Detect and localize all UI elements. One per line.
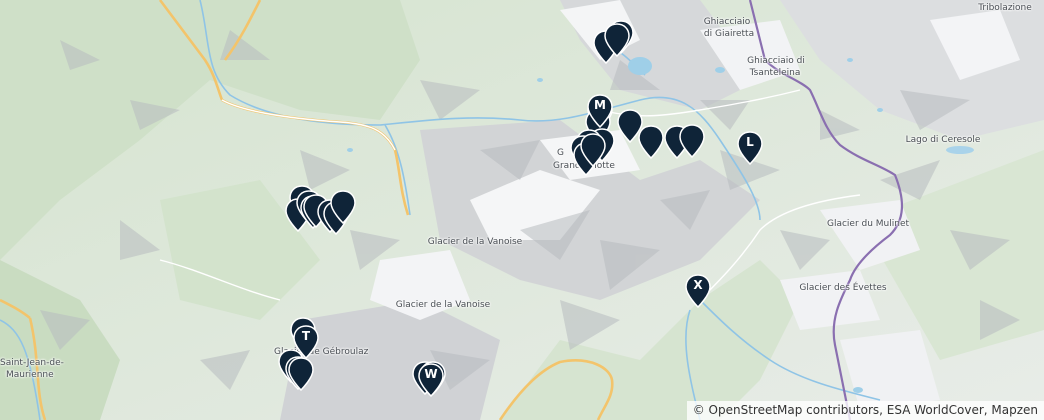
marker-pin-icon (679, 124, 705, 158)
label-ghiacciaio-giairetta-1: Ghiacciaio (703, 17, 751, 27)
map-marker-x[interactable]: X (685, 274, 711, 308)
map-marker[interactable] (288, 357, 314, 391)
label-glacier-vanoise-2: Glacier de la Vanoise (395, 300, 491, 310)
map-marker-l[interactable]: L (737, 131, 763, 165)
map-canvas[interactable]: Ghiacciaio di Giairetta Ghiacciaio di Ts… (0, 0, 1044, 420)
marker-pin-icon (288, 357, 314, 391)
marker-letter: X (693, 278, 703, 292)
label-ghiacciaio-giairetta-2: di Giairetta (703, 29, 755, 39)
label-ghiacciaio-tsanteleina-2: Tsanteleina (749, 68, 801, 78)
label-lago-ceresole: Lago di Ceresole (905, 135, 981, 145)
map-marker[interactable] (604, 23, 630, 57)
label-glacier-vanoise-1: Glacier de la Vanoise (427, 237, 523, 247)
map-marker-m[interactable]: M (587, 94, 613, 128)
map-marker[interactable] (679, 124, 705, 158)
marker-letter: M (594, 98, 606, 112)
terrain-basemap (0, 0, 1044, 420)
map-marker[interactable] (580, 133, 606, 167)
label-grande-motte-1: G (557, 148, 564, 158)
map-marker[interactable] (638, 125, 664, 159)
map-marker[interactable] (330, 190, 356, 224)
label-tribolazione: Tribolazione (978, 3, 1032, 13)
marker-letter: W (424, 367, 438, 381)
marker-letter: T (301, 329, 311, 343)
marker-pin-icon (638, 125, 664, 159)
marker-pin-icon (604, 23, 630, 57)
label-saint-jean-2: Maurienne (6, 370, 54, 380)
label-saint-jean-1: Saint-Jean-de- (0, 358, 64, 368)
marker-pin-icon (580, 133, 606, 167)
label-glacier-mulinet: Glacier du Mulinet (826, 219, 910, 229)
map-marker-w[interactable]: W (418, 363, 444, 397)
label-ghiacciaio-tsanteleina-1: Ghiacciaio di (747, 56, 805, 66)
label-glacier-evettes: Glacier des Évettes (799, 283, 887, 293)
marker-pin-icon (330, 190, 356, 224)
marker-letter: L (746, 135, 754, 149)
map-attribution[interactable]: © OpenStreetMap contributors, ESA WorldC… (686, 401, 1044, 420)
